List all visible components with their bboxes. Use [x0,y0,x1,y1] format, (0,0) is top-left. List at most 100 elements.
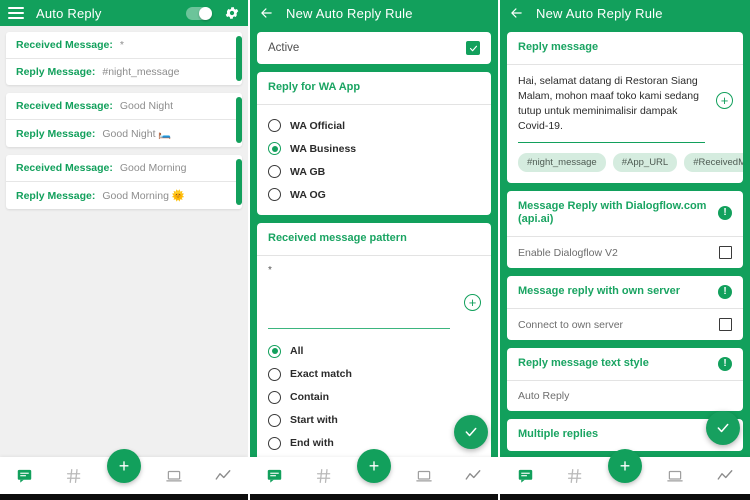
left-bottom-bar: + [0,449,248,500]
chip-night-message[interactable]: #night_message [518,152,606,172]
radio-wa-official[interactable]: WA Official [268,114,480,137]
received-row: Received Message: Good Morning [6,155,242,181]
enable-dialogflow-row[interactable]: Enable Dialogflow V2 [507,237,743,268]
nav-laptop[interactable] [407,461,441,491]
radio-wa-business[interactable]: WA Business [268,137,480,160]
radio-indicator [268,436,281,450]
nav-analytics[interactable] [708,461,742,491]
save-rule-fab[interactable] [706,411,740,445]
radio-wa-og[interactable]: WA OG [268,183,480,206]
add-rule-fab[interactable]: + [357,449,391,483]
check-icon [717,423,729,433]
back-arrow-icon[interactable] [258,5,276,21]
rule-accent-edge [236,36,242,81]
back-arrow-icon[interactable] [508,5,526,21]
nav-analytics[interactable] [456,461,490,491]
reply-label: Reply Message: [16,128,96,140]
analytics-icon [717,469,733,480]
info-icon[interactable]: ! [718,357,732,372]
page-title: New Auto Reply Rule [286,5,413,21]
nav-message[interactable] [258,461,292,491]
pattern-title: Received message pattern [268,232,407,245]
enable-dialogflow-label: Enable Dialogflow V2 [518,246,618,259]
own-server-header: Message reply with own server ! [507,276,743,308]
check-icon [465,427,477,437]
radio-label: WA GB [290,165,326,178]
reply-message-input[interactable]: Hai, selamat datang di Restoran Siang Ma… [507,65,743,135]
active-checkbox[interactable] [466,41,480,56]
nav-hashtag[interactable] [558,461,592,491]
message-icon [268,469,282,483]
reply-message-title: Reply message [518,41,599,53]
text-style-title: Reply message text style [518,357,649,370]
text-style-value-row[interactable]: Auto Reply [507,381,743,411]
analytics-icon [215,469,231,480]
right-bottom-bar: + [500,449,750,500]
reply-value: Good Morning 🌞 [102,190,185,202]
radio-indicator [268,119,281,133]
info-icon[interactable]: ! [718,285,732,300]
auto-reply-toggle[interactable] [186,6,212,20]
radio-label: WA OG [290,188,326,201]
analytics-icon [465,469,481,480]
info-icon[interactable]: ! [718,206,732,221]
nav-laptop[interactable] [658,461,692,491]
received-row: Received Message: Good Night [6,93,242,119]
dialogflow-title: Message Reply with Dialogflow.com (api.a… [518,199,707,226]
gear-icon[interactable] [224,5,240,21]
own-server-title: Message reply with own server [518,285,681,298]
message-icon [518,469,532,483]
pattern-underline [268,327,450,329]
reply-label: Reply Message: [16,66,96,78]
radio-indicator [268,142,281,156]
rule-accent-edge [236,159,242,205]
wa-app-card: Reply for WA App WA Official WA Business… [257,72,491,216]
nav-hashtag[interactable] [307,461,341,491]
nav-message[interactable] [8,461,42,491]
plus-circle-icon[interactable]: + [464,293,481,311]
multiple-replies-title: Multiple replies [518,428,599,441]
auto-reply-rule-list: Received Message: * Reply Message: #nigh… [0,26,248,457]
active-card[interactable]: Active [257,32,491,65]
nav-laptop[interactable] [157,461,191,491]
radio-label: WA Business [290,142,357,155]
pattern-input-area[interactable]: * + [257,256,491,334]
nav-message[interactable] [508,461,542,491]
radio-contain[interactable]: Contain [268,386,480,409]
laptop-icon [415,470,432,481]
mid-appbar: New Auto Reply Rule [250,0,498,26]
received-value: * [119,39,124,51]
list-item[interactable]: Received Message: Good Night Reply Messa… [6,93,242,147]
list-item[interactable]: Received Message: Good Morning Reply Mes… [6,155,242,209]
add-rule-fab[interactable]: + [608,449,642,483]
radio-all[interactable]: All [268,340,480,363]
chip-app-url[interactable]: #App_URL [612,152,678,172]
list-item[interactable]: Received Message: * Reply Message: #nigh… [6,32,242,85]
connect-own-server-row[interactable]: Connect to own server [507,309,743,340]
dialogflow-card: Message Reply with Dialogflow.com (api.a… [507,190,743,269]
connect-own-server-checkbox[interactable] [719,318,732,332]
reply-value: #night_message [102,66,180,78]
check-icon [469,45,477,51]
radio-wa-gb[interactable]: WA GB [268,160,480,183]
save-rule-fab[interactable] [454,415,488,449]
reply-label: Reply Message: [16,190,96,202]
enable-dialogflow-checkbox[interactable] [719,246,732,260]
hashtag-icon [67,468,81,483]
nav-hashtag[interactable] [57,461,91,491]
radio-indicator [268,413,281,427]
panel-auto-reply-list: Auto Reply Received Message: * Reply Mes… [0,0,248,500]
panel-new-rule-step2: New Auto Reply Rule Reply message Hai, s… [500,0,750,500]
plus-circle-icon[interactable]: + [716,91,733,109]
hamburger-icon[interactable] [8,7,24,19]
laptop-icon [165,470,182,481]
hashtag-icon [567,468,582,483]
message-icon [18,469,32,483]
radio-start-with[interactable]: Start with [268,409,480,432]
nav-analytics[interactable] [206,461,240,491]
chip-received-message[interactable]: #ReceivedMess [684,152,743,172]
radio-exact-match[interactable]: Exact match [268,363,480,386]
radio-indicator [268,165,281,179]
active-label: Active [268,42,300,54]
add-rule-fab[interactable]: + [107,449,141,483]
